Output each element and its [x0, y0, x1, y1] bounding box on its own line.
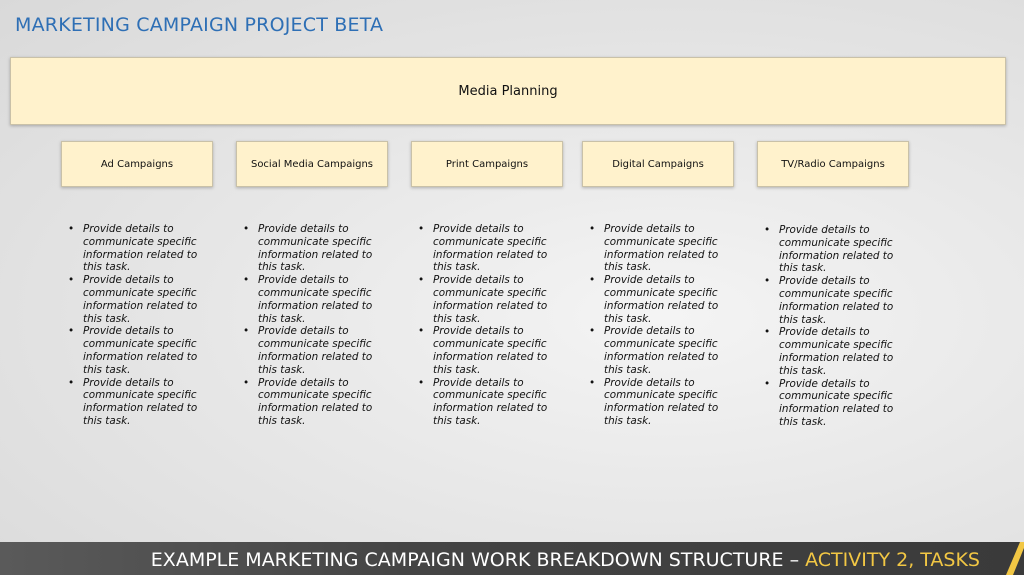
- detail-item: Provide details to communicate specific …: [243, 274, 378, 325]
- detail-item: Provide details to communicate specific …: [589, 377, 724, 428]
- details-list-tv-radio-campaigns: Provide details to communicate specific …: [764, 224, 899, 429]
- footer-title-accent: ACTIVITY 2, TASKS: [805, 549, 980, 571]
- child-node-ad-campaigns: Ad Campaigns: [61, 141, 213, 187]
- root-node-box: Media Planning: [10, 57, 1006, 125]
- detail-item: Provide details to communicate specific …: [68, 325, 203, 376]
- detail-item: Provide details to communicate specific …: [243, 223, 378, 274]
- detail-item: Provide details to communicate specific …: [418, 377, 553, 428]
- child-node-label: Print Campaigns: [445, 158, 529, 170]
- root-node-label: Media Planning: [458, 83, 558, 99]
- detail-item: Provide details to communicate specific …: [764, 275, 899, 326]
- child-node-print-campaigns: Print Campaigns: [411, 141, 563, 187]
- page-title: MARKETING CAMPAIGN PROJECT BETA: [15, 14, 384, 36]
- child-node-label: Ad Campaigns: [100, 158, 174, 170]
- footer-title-main: EXAMPLE MARKETING CAMPAIGN WORK BREAKDOW…: [150, 549, 806, 571]
- child-node-label: TV/Radio Campaigns: [781, 158, 885, 170]
- child-node-digital-campaigns: Digital Campaigns: [582, 141, 734, 187]
- detail-item: Provide details to communicate specific …: [764, 224, 899, 275]
- details-list-ad-campaigns: Provide details to communicate specific …: [68, 223, 203, 428]
- detail-item: Provide details to communicate specific …: [68, 377, 203, 428]
- detail-item: Provide details to communicate specific …: [764, 326, 899, 377]
- footer-title: EXAMPLE MARKETING CAMPAIGN WORK BREAKDOW…: [151, 549, 980, 571]
- detail-item: Provide details to communicate specific …: [243, 377, 378, 428]
- detail-item: Provide details to communicate specific …: [764, 378, 899, 429]
- child-node-social-media-campaigns: Social Media Campaigns: [236, 141, 388, 187]
- detail-item: Provide details to communicate specific …: [68, 223, 203, 274]
- child-node-label: Social Media Campaigns: [250, 158, 374, 170]
- details-list-social-media-campaigns: Provide details to communicate specific …: [243, 223, 378, 428]
- child-node-label: Digital Campaigns: [612, 158, 704, 170]
- detail-item: Provide details to communicate specific …: [589, 223, 724, 274]
- decorative-stripe-icon: [1006, 542, 1024, 575]
- footer-bar: EXAMPLE MARKETING CAMPAIGN WORK BREAKDOW…: [0, 542, 1024, 575]
- detail-item: Provide details to communicate specific …: [418, 325, 553, 376]
- child-node-tv-radio-campaigns: TV/Radio Campaigns: [757, 141, 909, 187]
- detail-item: Provide details to communicate specific …: [589, 325, 724, 376]
- detail-item: Provide details to communicate specific …: [68, 274, 203, 325]
- detail-item: Provide details to communicate specific …: [418, 274, 553, 325]
- detail-item: Provide details to communicate specific …: [243, 325, 378, 376]
- details-list-print-campaigns: Provide details to communicate specific …: [418, 223, 553, 428]
- details-list-digital-campaigns: Provide details to communicate specific …: [589, 223, 724, 428]
- detail-item: Provide details to communicate specific …: [418, 223, 553, 274]
- detail-item: Provide details to communicate specific …: [589, 274, 724, 325]
